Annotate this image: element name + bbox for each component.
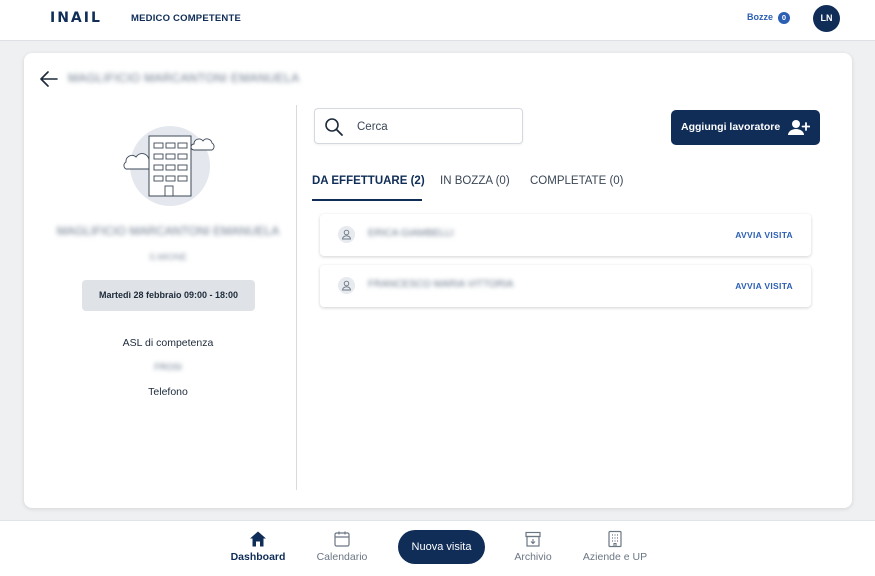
new-visit-button[interactable]: Nuova visita (398, 530, 485, 564)
worker-row[interactable]: FRANCESCO MARIA VITTORIA AVVIA VISITA (320, 265, 811, 307)
column-divider (296, 105, 297, 490)
top-header: INAIL MEDICO COMPETENTE Bozze 0 LN (0, 0, 875, 41)
company-card: MAGLIFICIO MARCANTONI EMANUELA MAGLIFICI… (24, 53, 852, 508)
user-avatar[interactable]: LN (813, 5, 840, 32)
search-box[interactable] (314, 108, 523, 144)
asl-label: ASL di competenza (122, 337, 214, 349)
archive-icon (525, 531, 541, 547)
add-user-icon (788, 120, 810, 135)
company-heading: MAGLIFICIO MARCANTONI EMANUELA (68, 71, 300, 85)
worker-name: ERICA GIAMBELLI (368, 228, 454, 239)
bottom-navigation: Dashboard Calendario Nuova visita Archiv… (0, 520, 875, 576)
nav-archive-label: Archivio (514, 551, 552, 563)
building-icon (123, 126, 215, 206)
worker-name: FRANCESCO MARIA VITTORIA (368, 279, 514, 290)
building-grid-icon (608, 530, 622, 548)
search-icon (325, 118, 343, 136)
nav-dashboard[interactable]: Dashboard (228, 530, 288, 563)
drafts-count-badge: 0 (778, 12, 790, 24)
calendar-icon (334, 531, 350, 547)
company-name: MAGLIFICIO MARCANTONI EMANUELA (56, 224, 280, 238)
nav-calendar-label: Calendario (316, 551, 368, 563)
nav-companies-label: Aziende e UP (582, 551, 648, 563)
nav-calendar[interactable]: Calendario (312, 530, 372, 563)
inail-logo[interactable]: INAIL (50, 11, 102, 25)
add-worker-button[interactable]: Aggiungi lavoratore (671, 110, 820, 145)
person-icon (338, 277, 355, 294)
schedule-badge: Martedì 28 febbraio 09:00 - 18:00 (82, 280, 255, 311)
nav-archive[interactable]: Archivio (503, 530, 563, 563)
start-visit-button[interactable]: AVVIA VISITA (735, 230, 793, 240)
company-city: S.MIONE (148, 252, 187, 262)
asl-value: FROSI (154, 362, 182, 372)
tab-completed[interactable]: COMPLETATE (0) (530, 175, 624, 201)
search-input[interactable] (357, 118, 507, 136)
nav-companies[interactable]: Aziende e UP (577, 530, 653, 563)
add-worker-label: Aggiungi lavoratore (681, 121, 781, 133)
start-visit-button[interactable]: AVVIA VISITA (735, 281, 793, 291)
back-arrow-icon[interactable] (40, 71, 58, 87)
tab-to-do[interactable]: DA EFFETTUARE (2) (312, 175, 425, 201)
nav-dashboard-label: Dashboard (230, 551, 286, 563)
worker-row[interactable]: ERICA GIAMBELLI AVVIA VISITA (320, 214, 811, 256)
home-icon (250, 531, 266, 547)
tab-drafts[interactable]: IN BOZZA (0) (440, 175, 510, 201)
phone-label: Telefono (148, 386, 188, 398)
app-title: MEDICO COMPETENTE (131, 13, 242, 24)
drafts-link[interactable]: Bozze (747, 12, 773, 22)
person-icon (338, 226, 355, 243)
